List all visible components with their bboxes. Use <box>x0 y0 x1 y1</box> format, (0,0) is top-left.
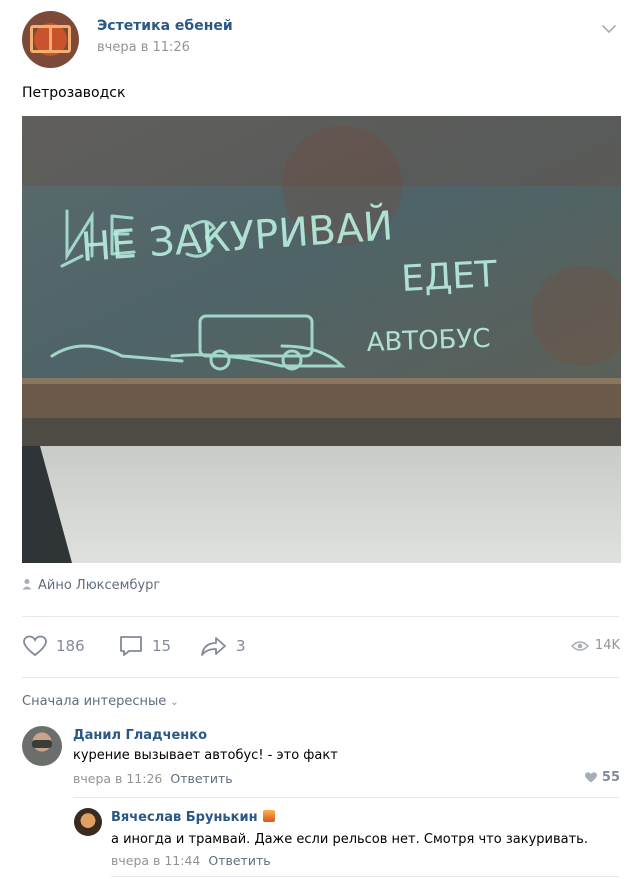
comment-button[interactable]: 15 <box>118 632 171 660</box>
photo-author[interactable]: Айно Люксембург <box>22 578 160 593</box>
chevron-down-icon: ⌄ <box>170 697 179 708</box>
divider <box>22 616 619 617</box>
comment-meta: вчера в 11:44 Ответить <box>111 853 271 868</box>
post-time[interactable]: вчера в 11:26 <box>97 40 190 55</box>
comment-text: курение вызывает автобус! - это факт <box>73 748 338 763</box>
like-count: 186 <box>56 637 85 655</box>
share-count: 3 <box>236 637 246 655</box>
group-avatar[interactable] <box>22 11 79 68</box>
share-icon <box>201 637 226 656</box>
comment-icon <box>120 636 142 656</box>
photo-inscription-2: ЕДЕТ <box>400 254 499 300</box>
group-logo-icon <box>30 25 71 53</box>
post-text: Петрозаводск <box>22 85 126 101</box>
comment-count: 15 <box>152 637 172 655</box>
comment-time[interactable]: вчера в 11:26 <box>73 771 162 786</box>
eye-icon <box>570 640 589 651</box>
post-photo[interactable]: НЕ ЗАКУРИВАЙ ЕДЕТ АВТОБУС <box>22 116 621 563</box>
post-header: Эстетика ебеней вчера в 11:26 <box>0 0 640 70</box>
divider <box>111 876 619 877</box>
divider <box>22 677 619 678</box>
group-name-link[interactable]: Эстетика ебеней <box>97 18 233 34</box>
comment-meta: вчера в 11:26 Ответить <box>73 771 233 786</box>
person-icon <box>22 579 32 590</box>
photo-inscription-3: АВТОБУС <box>366 324 491 358</box>
photo-illustration: НЕ ЗАКУРИВАЙ ЕДЕТ АВТОБУС <box>22 116 621 563</box>
chevron-down-icon[interactable] <box>600 20 618 38</box>
heart-icon <box>23 635 47 657</box>
like-button[interactable]: 186 <box>22 632 85 660</box>
avatar[interactable] <box>22 726 62 766</box>
views-count: 14K <box>594 638 620 653</box>
reply-button[interactable]: Ответить <box>208 853 270 868</box>
reply-button[interactable]: Ответить <box>170 771 232 786</box>
comment-text: а иногда и трамвай. Даже если рельсов не… <box>111 832 588 847</box>
comment-like-count: 55 <box>601 770 620 785</box>
share-button[interactable]: 3 <box>200 632 246 660</box>
sort-label: Сначала интересные <box>22 694 167 709</box>
avatar[interactable] <box>74 808 102 836</box>
comment-author-link[interactable]: Данил Гладченко <box>73 728 207 743</box>
comment-time[interactable]: вчера в 11:44 <box>111 853 200 868</box>
comment-author-name: Вячеслав Брунькин <box>111 810 258 825</box>
photo-author-name: Айно Люксембург <box>38 578 161 593</box>
comment-author-link[interactable]: Вячеслав Брунькин <box>111 810 275 825</box>
divider <box>73 797 619 798</box>
emoji-badge-icon <box>262 810 275 822</box>
comments-sort-dropdown[interactable]: Сначала интересные ⌄ <box>22 694 179 709</box>
views-counter: 14K <box>570 638 620 653</box>
comment-like-button[interactable]: 55 <box>584 770 620 785</box>
gas-mask-icon <box>32 740 52 748</box>
heart-icon <box>584 772 597 783</box>
